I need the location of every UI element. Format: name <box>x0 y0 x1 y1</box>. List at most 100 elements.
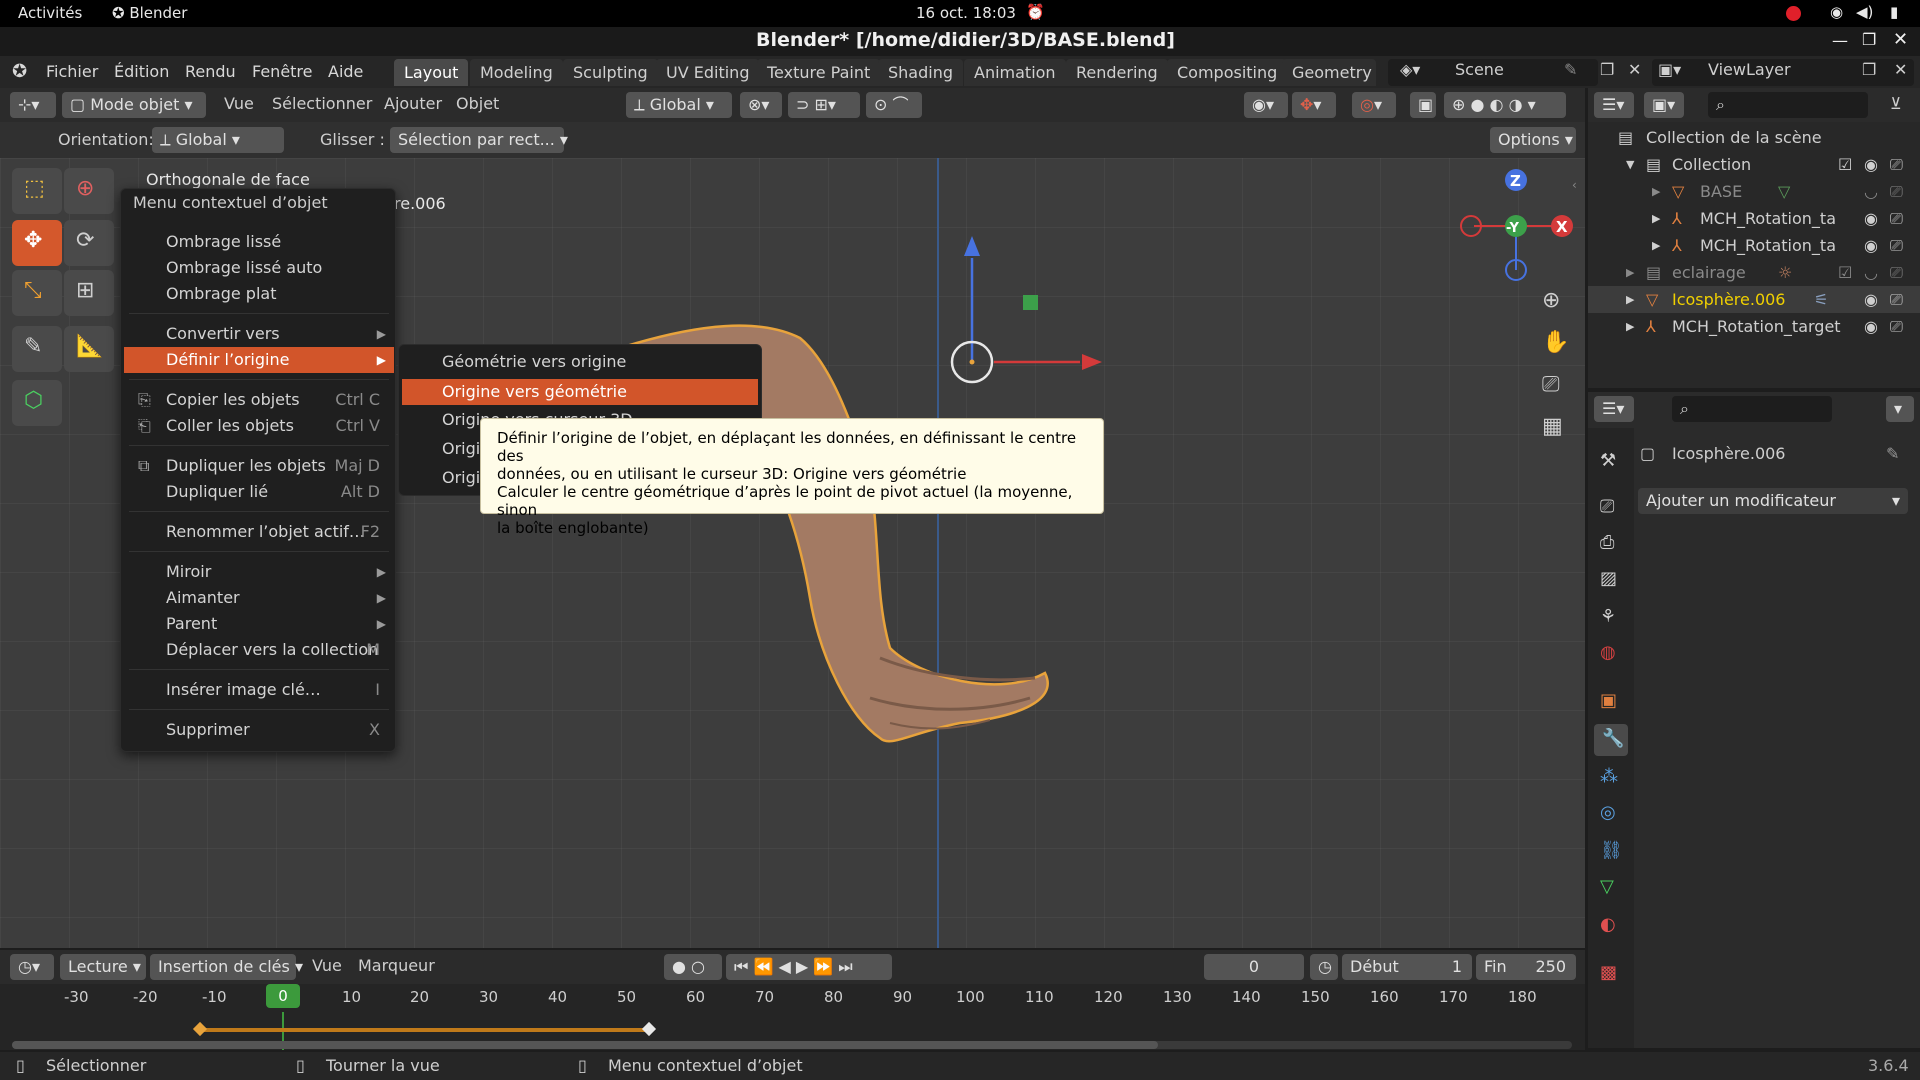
menu-item-duplicate-objects[interactable]: ⧉ Dupliquer les objets Maj D <box>124 453 394 479</box>
menu-item-rename-active[interactable]: Renommer l’objet actif… F2 <box>124 519 394 545</box>
filter-icon[interactable]: ⊻ <box>1890 94 1902 113</box>
camera-icon[interactable]: ⎚ <box>1890 151 1903 178</box>
menu-item-snap[interactable]: Aimanter ▶ <box>124 585 394 611</box>
mode-selector[interactable]: ▢ Mode objet ▾ <box>62 92 206 118</box>
outliner-row-eclairage[interactable]: ▶ ▤ eclairage ☼ ☑ ◡ ⎚ <box>1588 259 1920 286</box>
timeline-ruler[interactable]: -30 -20 -10 0 10 20 30 40 50 60 70 80 90… <box>0 984 1585 1012</box>
menu-item-duplicate-linked[interactable]: Dupliquer lié Alt D <box>124 479 394 505</box>
tab-animation[interactable]: Animation <box>964 59 1066 86</box>
pin-icon[interactable]: ✎ <box>1886 444 1899 463</box>
modifier-properties-tab[interactable]: 🔧 <box>1594 724 1628 756</box>
proportional-editing[interactable]: ⊙ ⌒ <box>866 92 922 118</box>
tool-properties-icon[interactable]: ⚒ <box>1600 450 1616 471</box>
playback-menu[interactable]: Lecture ▾ <box>60 954 146 980</box>
particles-properties-icon[interactable]: ⁂ <box>1600 766 1618 787</box>
shading-modes[interactable]: ⊕ ● ◐ ◑ ▾ <box>1444 92 1566 118</box>
scrollbar-thumb[interactable] <box>12 1041 1158 1049</box>
eye-icon[interactable]: ◉ <box>1864 286 1878 313</box>
grid-icon[interactable]: ▦ <box>1542 414 1563 439</box>
menu-item-delete[interactable]: Supprimer X <box>124 717 394 743</box>
drag-dropdown[interactable]: Sélection par rect... ▾ <box>390 127 568 153</box>
menu-item-insert-keyframe[interactable]: Insérer image clé… I <box>124 677 394 703</box>
menu-edit[interactable]: Édition <box>114 56 169 88</box>
new-viewlayer-icon[interactable]: ❐ <box>1862 60 1876 79</box>
physics-properties-icon[interactable]: ◎ <box>1600 802 1616 823</box>
tab-shading[interactable]: Shading <box>878 59 963 86</box>
menu-item-shade-flat[interactable]: Ombrage plat <box>124 281 394 307</box>
orientation-dropdown[interactable]: ⟂ Global ▾ <box>152 127 284 153</box>
menu-window[interactable]: Fenêtre <box>252 56 313 88</box>
camera-icon[interactable]: ⎚ <box>1890 232 1903 259</box>
checkbox-icon[interactable]: ☑ <box>1838 259 1852 286</box>
camera-icon[interactable]: ⎚ <box>1890 313 1903 340</box>
current-frame-marker[interactable]: 0 <box>266 984 300 1008</box>
annotate-tool[interactable]: ✎ <box>12 326 62 372</box>
eye-icon[interactable]: ◉ <box>1864 232 1878 259</box>
current-frame-field[interactable]: 0 <box>1204 954 1304 980</box>
tab-rendering[interactable]: Rendering <box>1066 59 1168 86</box>
do-not-disturb-icon[interactable] <box>1786 6 1801 21</box>
overlay-toggle[interactable]: ◎▾ <box>1352 92 1396 118</box>
outliner-row-mch-rotation-2[interactable]: ▶ ⅄ MCH_Rotation_ta ◉ ⎚ <box>1588 232 1920 259</box>
add-modifier-dropdown[interactable]: Ajouter un modificateur ▾ <box>1638 488 1908 514</box>
keyframe-diamond[interactable] <box>192 1021 208 1037</box>
options-dropdown[interactable]: Options ▾ <box>1490 127 1576 153</box>
camera-icon[interactable]: ⎚ <box>1890 286 1903 313</box>
menu-render[interactable]: Rendu <box>185 56 236 88</box>
eye-icon[interactable]: ◉ <box>1864 205 1878 232</box>
activities-button[interactable]: Activités <box>18 4 82 22</box>
tab-layout[interactable]: Layout <box>394 59 469 86</box>
object-properties-icon[interactable]: ▣ <box>1600 690 1617 711</box>
menu-object[interactable]: Objet <box>456 94 499 113</box>
rotate-tool[interactable]: ⟳ <box>64 220 114 266</box>
end-frame-field[interactable]: Fin 250 <box>1476 954 1576 980</box>
view-layer-properties-icon[interactable]: ▨ <box>1600 568 1617 589</box>
submenu-item-geometry-to-origin[interactable]: Géométrie vers origine <box>402 349 758 375</box>
gizmo-toggle[interactable]: ✥▾ <box>1292 92 1336 118</box>
outliner-row-mch-rotation-target[interactable]: ▶ ⅄ MCH_Rotation_target ◉ ⎚ <box>1588 313 1920 340</box>
auto-keying-toggle[interactable]: ● ○ <box>664 954 722 980</box>
menu-select[interactable]: Sélectionner <box>272 94 372 113</box>
menu-view[interactable]: Vue <box>224 94 254 113</box>
tab-compositing[interactable]: Compositing <box>1167 59 1288 86</box>
tab-texture-paint[interactable]: Texture Paint <box>757 59 881 86</box>
add-cube-tool[interactable]: ⬡ <box>12 380 62 426</box>
timeline-marker-menu[interactable]: Marqueur <box>358 956 435 975</box>
timeline-editor-type[interactable]: ◷▾ <box>10 954 54 980</box>
eye-closed-icon[interactable]: ◡ <box>1864 259 1878 286</box>
scene-properties-icon[interactable]: ⚘ <box>1600 606 1616 627</box>
menu-add[interactable]: Ajouter <box>384 94 442 113</box>
move-tool[interactable]: ✥ <box>12 220 62 266</box>
properties-editor-type[interactable]: ☰▾ <box>1594 396 1634 422</box>
camera-icon[interactable]: ⎚ <box>1890 205 1903 232</box>
menu-item-set-origin[interactable]: Définir l’origine ▶ <box>124 347 394 373</box>
checkbox-icon[interactable]: ☑ <box>1838 151 1852 178</box>
world-properties-icon[interactable]: ◍ <box>1600 642 1616 663</box>
tab-modeling[interactable]: Modeling <box>470 59 563 86</box>
scale-tool[interactable]: ⤡ <box>12 270 62 316</box>
playback-controls[interactable]: ⏮ ⏪ ◀ ▶ ⏩ ⏭ <box>726 954 892 980</box>
camera-icon[interactable]: ⎚ <box>1890 259 1903 286</box>
menu-file[interactable]: Fichier <box>46 56 98 88</box>
pan-hand-icon[interactable]: ✋ <box>1542 330 1569 355</box>
timeline-view-menu[interactable]: Vue <box>312 956 342 975</box>
menu-item-copy-objects[interactable]: ⎘ Copier les objets Ctrl C <box>124 387 394 413</box>
xray-toggle[interactable]: ▣ <box>1410 92 1436 118</box>
outliner-row-collection[interactable]: ▼ ▤ Collection ☑ ◉ ⎚ <box>1588 151 1920 178</box>
pivot-selector[interactable]: ⊗▾ <box>740 92 782 118</box>
battery-icon[interactable]: ▮ <box>1890 3 1898 21</box>
tab-uv-editing[interactable]: UV Editing <box>656 59 760 86</box>
menu-item-convert-to[interactable]: Convertir vers ▶ <box>124 321 394 347</box>
properties-search-input[interactable]: ⌕ <box>1672 396 1832 422</box>
stopwatch-icon[interactable]: ◷ <box>1310 954 1338 980</box>
outliner-scene-collection[interactable]: ▤ Collection de la scène <box>1588 124 1920 151</box>
menu-help[interactable]: Aide <box>328 56 363 88</box>
transform-tool[interactable]: ⊞ <box>64 270 114 316</box>
transform-orientation-selector[interactable]: ⟂ Global ▾ <box>626 92 732 118</box>
keying-menu[interactable]: Insertion de clés ▾ <box>150 954 303 980</box>
tab-sculpting[interactable]: Sculpting <box>563 59 658 86</box>
menu-item-mirror[interactable]: Miroir ▶ <box>124 559 394 585</box>
pin-icon[interactable]: ✎ <box>1564 60 1577 79</box>
output-properties-icon[interactable]: ⎙ <box>1600 532 1614 553</box>
menu-item-paste-objects[interactable]: ⎗ Coller les objets Ctrl V <box>124 413 394 439</box>
